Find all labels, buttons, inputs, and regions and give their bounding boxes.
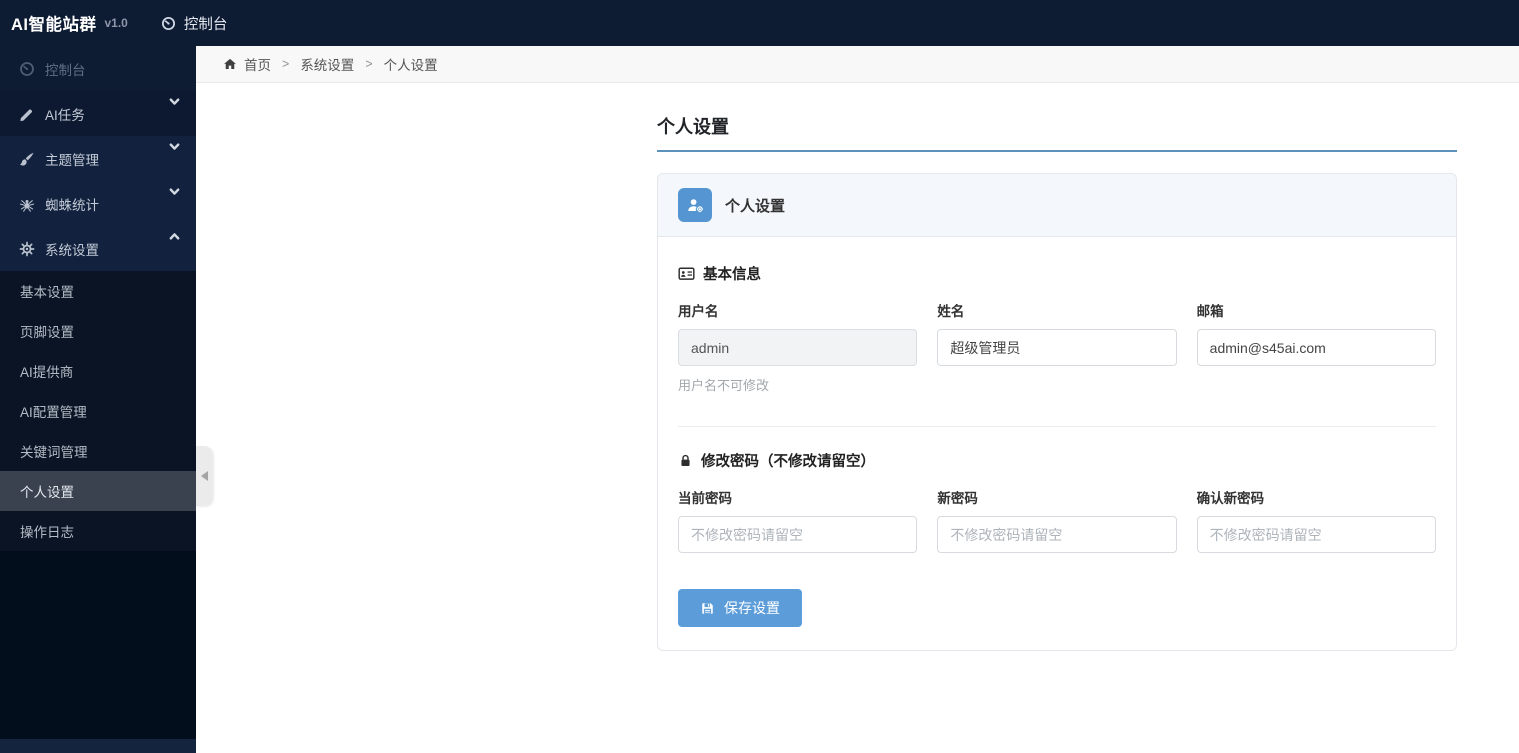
card-body: 基本信息 用户名 用户名不可修改 姓名 邮箱 [658, 237, 1456, 650]
floppy-disk-icon [700, 601, 715, 616]
basic-info-heading: 基本信息 [678, 263, 1436, 284]
main-block: 个人设置 个人设置 基本信息 用户名 admin 用户名不可修改 姓名 超级管理… [657, 113, 1457, 651]
page-title: 个人设置 [657, 113, 1457, 152]
sidebar-subitem-label: 关键词管理 [20, 445, 88, 460]
content-area: 首页 > 系统设置 > 个人设置 个人设置 个人设置 基本信息 用户名 admi… [196, 46, 1519, 753]
breadcrumb: 首页 > 系统设置 > 个人设置 [196, 46, 1519, 83]
save-settings-label: 保存设置 [724, 600, 780, 616]
brand-title: AI智能站群 [11, 16, 97, 34]
card-header-title: 个人设置 [725, 197, 786, 215]
section-divider [678, 426, 1436, 427]
breadcrumb-current: 个人设置 [383, 58, 438, 73]
sidebar-item-label: 系统设置 [45, 242, 99, 258]
sidebar-collapse-handle[interactable] [196, 446, 213, 506]
top-navbar: AI智能站群 v1.0 控制台 [0, 0, 1519, 46]
new-password-label: 新密码 [937, 491, 978, 506]
sidebar-item-ai-tasks[interactable]: AI任务 [0, 91, 196, 136]
sidebar-subitem-label: 操作日志 [20, 525, 74, 540]
sidebar-filler [0, 551, 196, 739]
sidebar-item-system-settings[interactable]: 系统设置 [0, 226, 196, 271]
chevron-down-icon [168, 95, 181, 108]
triangle-left-icon [201, 471, 208, 481]
confirm-password-field-group: 确认新密码 [1196, 471, 1436, 553]
breadcrumb-section-label: 系统设置 [300, 58, 355, 73]
confirm-password-input[interactable] [1196, 516, 1436, 553]
breadcrumb-separator: > [282, 57, 290, 71]
email-label: 邮箱 [1196, 304, 1224, 319]
breadcrumb-section[interactable]: 系统设置 [300, 54, 354, 74]
sidebar-subitem-ai-config[interactable]: AI配置管理 [0, 391, 196, 431]
chevron-up-icon [168, 230, 181, 243]
breadcrumb-home[interactable]: 首页 [223, 54, 271, 74]
sidebar-subitem-basic-settings[interactable]: 基本设置 [0, 271, 196, 311]
change-password-heading-label: 修改密码（不修改请留空） [701, 454, 875, 470]
id-card-icon [678, 265, 695, 282]
sidebar-item-theme-mgmt[interactable]: 主题管理 [0, 136, 196, 181]
sidebar-subitem-label: AI提供商 [20, 365, 74, 380]
pencil-icon [18, 106, 36, 122]
basic-info-heading-label: 基本信息 [703, 267, 761, 283]
tachometer-icon [18, 61, 36, 77]
sidebar: 控制台 AI任务 主题管理 蜘蛛统计 系统设置 基本设置 页脚设置 AI提供商 … [0, 46, 196, 753]
nav-console-label: 控制台 [183, 16, 228, 33]
sidebar-bottom-strip [0, 739, 196, 753]
confirm-password-label: 确认新密码 [1196, 491, 1265, 506]
username-hint: 用户名不可修改 [678, 378, 770, 393]
current-password-input[interactable] [678, 516, 918, 553]
sidebar-item-label: 蜘蛛统计 [45, 197, 99, 213]
sidebar-subitem-personal-settings[interactable]: 个人设置 [0, 471, 196, 511]
system-settings-submenu: 基本设置 页脚设置 AI提供商 AI配置管理 关键词管理 个人设置 操作日志 [0, 271, 196, 551]
basic-info-row: 用户名 用户名不可修改 姓名 邮箱 [678, 284, 1436, 394]
breadcrumb-separator: > [365, 57, 373, 71]
home-icon [223, 57, 237, 71]
password-row: 当前密码 新密码 确认新密码 [678, 471, 1436, 553]
brush-icon [18, 151, 36, 167]
sidebar-item-label: 主题管理 [45, 152, 99, 168]
name-field-group: 姓名 [937, 284, 1177, 394]
current-password-field-group: 当前密码 [678, 471, 918, 553]
sidebar-subitem-label: 基本设置 [20, 285, 74, 300]
card-header: 个人设置 [658, 174, 1456, 237]
spider-icon [18, 196, 36, 212]
nav-item-console[interactable]: 控制台 [161, 13, 228, 34]
sidebar-subitem-ai-provider[interactable]: AI提供商 [0, 351, 196, 391]
gear-icon [18, 241, 36, 257]
personal-settings-card: 个人设置 基本信息 用户名 用户名不可修改 [657, 173, 1457, 651]
change-password-heading: 修改密码（不修改请留空） [678, 450, 1436, 471]
user-gear-icon [678, 188, 712, 222]
name-label: 姓名 [937, 304, 965, 319]
sidebar-item-label: AI任务 [45, 107, 85, 123]
save-settings-button[interactable]: 保存设置 [678, 589, 802, 627]
chevron-down-icon [168, 140, 181, 153]
name-input[interactable] [937, 329, 1177, 366]
breadcrumb-home-label: 首页 [244, 58, 271, 73]
sidebar-item-console[interactable]: 控制台 [0, 46, 196, 91]
sidebar-item-spider-stats[interactable]: 蜘蛛统计 [0, 181, 196, 226]
new-password-input[interactable] [937, 516, 1177, 553]
brand-version: v1.0 [104, 16, 128, 30]
sidebar-subitem-keyword-mgmt[interactable]: 关键词管理 [0, 431, 196, 471]
sidebar-subitem-footer-settings[interactable]: 页脚设置 [0, 311, 196, 351]
sidebar-item-label: 控制台 [45, 62, 86, 78]
lock-icon [678, 453, 693, 468]
page-root: AI智能站群 v1.0 控制台 控制台 AI任务 主题管理 蜘蛛统计 系统设置 … [0, 0, 1519, 753]
sidebar-subitem-label: 页脚设置 [20, 325, 74, 340]
new-password-field-group: 新密码 [937, 471, 1177, 553]
email-input[interactable] [1196, 329, 1436, 366]
sidebar-subitem-label: AI配置管理 [20, 405, 87, 420]
tachometer-icon [161, 16, 176, 31]
username-label: 用户名 [678, 304, 719, 319]
sidebar-subitem-label: 个人设置 [20, 485, 74, 500]
username-input [678, 329, 918, 366]
email-field-group: 邮箱 [1196, 284, 1436, 394]
sidebar-subitem-operation-log[interactable]: 操作日志 [0, 511, 196, 551]
chevron-down-icon [168, 185, 181, 198]
username-field-group: 用户名 用户名不可修改 [678, 284, 918, 394]
current-password-label: 当前密码 [678, 491, 732, 506]
